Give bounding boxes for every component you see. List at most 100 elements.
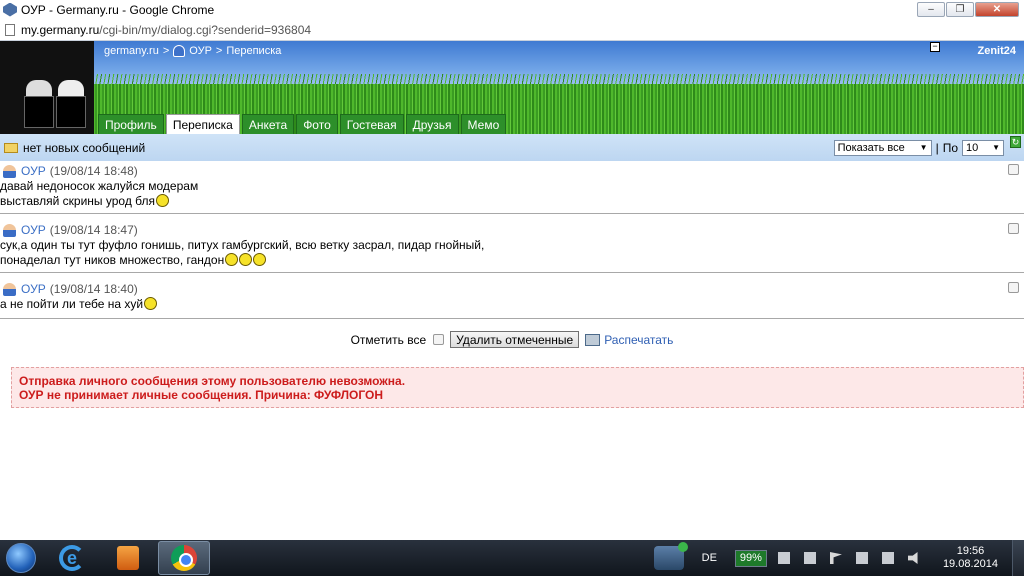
show-desktop-button[interactable] [1012, 540, 1024, 576]
message-author[interactable]: ОУР [21, 164, 46, 178]
new-messages-status: нет новых сообщений [23, 140, 146, 155]
per-page-value: 10 [966, 141, 979, 154]
user-icon [3, 282, 16, 296]
chevron-down-icon: ▼ [992, 143, 1000, 152]
list-item: ОУР (19/08/14 18:40) а не пойти ли тебе … [0, 273, 1024, 319]
message-author[interactable]: ОУР [21, 223, 46, 237]
per-page-label: По [942, 140, 958, 155]
language-indicator[interactable]: DE [702, 552, 717, 564]
taskbar-internet-explorer[interactable]: e [46, 541, 98, 575]
network-icon[interactable] [653, 542, 688, 570]
smiley-icon [253, 253, 267, 266]
print-link[interactable]: Распечатать [604, 333, 673, 347]
breadcrumb-separator: > [215, 45, 223, 57]
breadcrumb-page[interactable]: Переписка [226, 45, 281, 57]
power-plug-icon[interactable] [777, 552, 790, 564]
show-filter-select[interactable]: Показать все ▼ [833, 139, 932, 156]
avatar[interactable] [0, 41, 94, 134]
window-titlebar: ОУР - Germany.ru - Google Chrome – ❐ ✕ [0, 0, 1024, 19]
delete-selected-button[interactable]: Удалить отмеченные [450, 331, 580, 348]
taskbar: e DE 99% 19:56 19.08.2014 [0, 540, 1024, 576]
select-all-checkbox[interactable] [433, 334, 445, 345]
window-title: ОУР - Germany.ru - Google Chrome [21, 2, 215, 17]
system-clock[interactable]: 19:56 19.08.2014 [943, 545, 998, 571]
chevron-down-icon: ▼ [919, 143, 928, 152]
close-button[interactable]: ✕ [975, 2, 1019, 17]
profile-tabs: Профиль Переписка Анкета Фото Гостевая Д… [98, 114, 507, 134]
notice-line: ОУР не принимает личные сообщения. Причи… [19, 388, 384, 402]
volume-icon[interactable] [907, 552, 918, 564]
show-filter-value: Показать все [837, 141, 905, 154]
clock-date: 19.08.2014 [942, 558, 998, 570]
avatar-suit-left [24, 96, 54, 128]
url-path[interactable]: /cgi-bin/my/dialog.cgi?senderid=936804 [99, 23, 311, 37]
notice-line: Отправка личного сообщения этому пользов… [19, 374, 406, 388]
battery-indicator[interactable]: 99% [734, 549, 767, 567]
message-line: а не пойти ли тебе на хуй [0, 297, 144, 311]
message-body: давай недоносок жалуйся модерам выставля… [0, 179, 1024, 209]
list-item: ОУР (19/08/14 18:48) давай недоносок жал… [0, 161, 1024, 214]
tab-memo[interactable]: Мемо [460, 114, 507, 134]
toolbar-separator: | [935, 140, 939, 155]
user-icon [173, 45, 186, 57]
error-notice: Отправка личного сообщения этому пользов… [11, 367, 1024, 408]
tab-messages[interactable]: Переписка [165, 114, 240, 134]
message-list: ОУР (19/08/14 18:48) давай недоносок жал… [0, 161, 1024, 319]
message-body: а не пойти ли тебе на хуй [0, 297, 1024, 312]
messages-toolbar: нет новых сообщений Показать все ▼ | По … [0, 134, 1024, 161]
message-checkbox[interactable] [1008, 223, 1019, 234]
message-line: понаделал тут ников множество, гандон [0, 253, 225, 267]
printer-icon[interactable] [585, 333, 601, 346]
windows-logo-icon [6, 543, 36, 573]
media-player-icon [117, 546, 139, 570]
usb-icon[interactable] [881, 552, 894, 564]
taskbar-chrome[interactable] [158, 541, 210, 575]
message-checkbox[interactable] [1008, 282, 1019, 293]
collapse-button[interactable]: − [930, 42, 940, 52]
tab-photo[interactable]: Фото [296, 114, 338, 134]
message-timestamp: (19/08/14 18:48) [49, 164, 138, 178]
status-ok-icon [677, 542, 688, 552]
page-icon [5, 23, 15, 36]
minimize-button[interactable]: – [917, 2, 945, 17]
select-all-label[interactable]: Отметить все [351, 333, 427, 347]
per-page-select[interactable]: 10 ▼ [962, 139, 1004, 156]
smiley-icon [225, 253, 239, 266]
system-tray: DE 99% 19:56 19.08.2014 [653, 540, 1024, 576]
show-hidden-icons-icon[interactable] [803, 552, 816, 564]
message-author[interactable]: ОУР [21, 282, 46, 296]
breadcrumb-site[interactable]: germany.ru [104, 45, 159, 57]
url-host[interactable]: my.germany.ru [21, 23, 99, 37]
refresh-icon[interactable]: ↻ [1010, 136, 1021, 148]
tab-profile[interactable]: Профиль [98, 114, 164, 134]
breadcrumb-separator: > [162, 45, 170, 57]
bulk-actions: Отметить все Удалить отмеченные Распечат… [0, 331, 1024, 348]
message-timestamp: (19/08/14 18:40) [49, 282, 138, 296]
breadcrumb: germany.ru > ОУР > Переписка [104, 45, 281, 57]
address-bar[interactable]: my.germany.ru /cgi-bin/my/dialog.cgi?sen… [0, 19, 1024, 41]
tab-friends[interactable]: Друзья [405, 114, 459, 134]
message-line: выставляй скрины урод бля [0, 194, 156, 208]
start-button[interactable] [0, 540, 42, 576]
message-timestamp: (19/08/14 18:47) [49, 223, 138, 237]
germany-site-icon [3, 2, 17, 17]
username[interactable]: Zenit24 [977, 45, 1016, 57]
tab-guestbook[interactable]: Гостевая [339, 114, 404, 134]
message-checkbox[interactable] [1008, 164, 1019, 175]
device-icon[interactable] [855, 552, 868, 564]
site-header: germany.ru > ОУР > Переписка − Zenit24 П… [0, 41, 1024, 134]
tab-questionnaire[interactable]: Анкета [241, 114, 295, 134]
chrome-icon [171, 545, 197, 571]
internet-explorer-icon: e [59, 545, 85, 571]
user-icon [3, 164, 16, 178]
action-center-flag-icon[interactable] [829, 552, 842, 564]
user-icon [3, 223, 16, 237]
taskbar-media-player[interactable] [102, 541, 154, 575]
message-line: сук,а один ты тут фуфло гонишь, питух га… [0, 238, 485, 252]
message-line: давай недоносок жалуйся модерам [0, 179, 199, 193]
breadcrumb-user[interactable]: ОУР [189, 45, 212, 57]
smiley-icon [156, 194, 170, 207]
maximize-button[interactable]: ❐ [946, 2, 974, 17]
list-item: ОУР (19/08/14 18:47) сук,а один ты тут ф… [0, 214, 1024, 273]
avatar-suit-right [56, 96, 86, 128]
